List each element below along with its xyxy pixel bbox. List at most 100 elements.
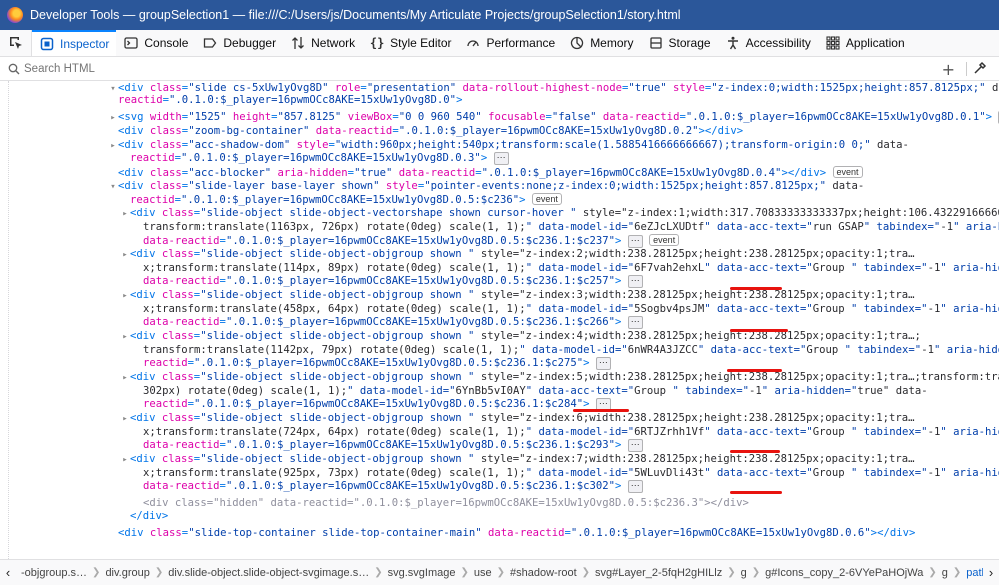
expand-toggle-icon[interactable]: ▸	[108, 140, 118, 153]
event-badge[interactable]: event	[832, 166, 863, 178]
markup-line[interactable]: data-reactid=".0.1.0:$_player=16pwmOCc8A…	[133, 316, 643, 330]
breadcrumb-separator-icon: ❯	[374, 567, 383, 578]
highlight-underline	[730, 287, 782, 290]
markup-line[interactable]: reactid=".0.1.0:$_player=16pwmOCc8AKE=15…	[120, 152, 509, 166]
breadcrumb-item[interactable]: #shadow-root	[505, 567, 582, 579]
breadcrumb-item[interactable]: g	[937, 567, 953, 579]
highlight-underline	[730, 450, 780, 453]
breadcrumb-item[interactable]: div.slide-object.slide-object-svgimage.s…	[163, 567, 374, 579]
highlight-underline	[573, 409, 629, 412]
tab-label: Style Editor	[390, 36, 452, 50]
highlight-underline	[730, 329, 788, 332]
add-node-button[interactable]: +	[942, 60, 955, 79]
markup-line[interactable]: reactid=".0.1.0:$_player=16pwmOCc8AKE=15…	[133, 398, 611, 412]
inspector-icon	[39, 36, 55, 52]
breadcrumb-item[interactable]: -objgroup.s…	[16, 567, 92, 579]
markup-line[interactable]: reactid=".0.1.0:$_player=16pwmOCc8AKE=15…	[133, 357, 611, 371]
tab-application[interactable]: Application	[818, 30, 912, 56]
markup-line[interactable]: ▸ <div class="slide-object slide-object-o…	[120, 412, 914, 426]
ellipsis-badge[interactable]: ⋯	[493, 152, 509, 165]
event-badge[interactable]: event	[649, 234, 680, 246]
tab-label: Inspector	[60, 37, 110, 51]
markup-line[interactable]: reactid=".0.1.0:$_player=16pwmOCc8AKE=15…	[120, 193, 562, 208]
expand-toggle-icon[interactable]: ▸	[120, 331, 130, 344]
expand-toggle-icon[interactable]: ▸	[108, 112, 118, 125]
breadcrumb-item[interactable]: div.group	[100, 567, 154, 579]
markup-line[interactable]: ▸ <div class="slide-object slide-object-o…	[120, 248, 914, 262]
debugger-icon	[202, 35, 218, 51]
markup-line[interactable]: ▸ <div class="slide-object slide-object-o…	[120, 453, 914, 467]
breadcrumb-separator-icon: ❯	[928, 567, 937, 578]
element-picker-button[interactable]	[0, 30, 32, 56]
tab-network[interactable]: Network	[283, 30, 362, 56]
markup-line[interactable]: ▸ <svg width="1525" height="857.8125" vie…	[108, 111, 999, 125]
breadcrumb-separator-icon: ❯	[952, 567, 962, 578]
expand-toggle-icon[interactable]: ▸	[120, 249, 130, 262]
markup-line[interactable]: data-reactid=".0.1.0:$_player=16pwmOCc8A…	[133, 234, 680, 249]
tab-label: Accessibility	[745, 36, 811, 50]
ellipsis-badge[interactable]: ⋯	[627, 275, 643, 288]
expand-toggle-icon[interactable]: ▸	[120, 208, 130, 221]
breadcrumb-separator-icon: ❯	[154, 567, 164, 578]
tab-label: Performance	[486, 36, 556, 50]
tab-memory[interactable]: Memory	[562, 30, 640, 56]
tab-style-editor[interactable]: {} Style Editor	[362, 30, 458, 56]
tab-label: Debugger	[223, 36, 277, 50]
markup-line[interactable]: reactid=".0.1.0:$_player=16pwmOCc8AKE=15…	[108, 94, 462, 108]
tab-accessibility[interactable]: Accessibility	[718, 30, 818, 56]
markup-line[interactable]: data-reactid=".0.1.0:$_player=16pwmOCc8A…	[133, 275, 643, 289]
tab-label: Network	[311, 36, 356, 50]
expand-toggle-icon[interactable]: ▸	[120, 454, 130, 467]
eyedropper-icon[interactable]	[973, 61, 987, 75]
highlight-underline	[727, 369, 782, 372]
breadcrumb-scroll-right-icon[interactable]: ›	[983, 565, 999, 580]
markup-line[interactable]: ▸ <div class="slide-object slide-object-o…	[120, 371, 999, 385]
expand-toggle-icon[interactable]: ▸	[120, 413, 130, 426]
breadcrumb-item[interactable]: svg#Layer_2-5fqH2gHILlz	[590, 567, 727, 579]
ellipsis-badge[interactable]: ⋯	[595, 357, 611, 370]
devtools-toolbar: Inspector Console Debugger Network {} St…	[0, 30, 999, 57]
event-badge[interactable]: event	[531, 193, 562, 205]
markup-line[interactable]: </div>	[120, 510, 168, 524]
markup-line[interactable]: <div class="zoom-bg-container" data-reac…	[108, 125, 743, 139]
breadcrumb-item[interactable]: svg.svgImage	[383, 567, 461, 579]
markup-line[interactable]: <div class="hidden" data-reactid=".0.1.0…	[133, 497, 749, 511]
markup-line[interactable]: <div class="acc-blocker" aria-hidden="tr…	[108, 166, 863, 181]
ellipsis-badge[interactable]: ⋯	[627, 235, 643, 248]
markup-line[interactable]: <div class="slide-top-container slide-to…	[108, 527, 915, 541]
title-bar: Developer Tools — groupSelection1 — file…	[0, 0, 999, 30]
breadcrumb-separator-icon: ❯	[496, 567, 505, 578]
markup-line[interactable]: ▸ <div class="slide-object slide-object-o…	[120, 330, 921, 344]
search-html-input[interactable]	[24, 62, 904, 75]
ellipsis-badge[interactable]: ⋯	[627, 316, 643, 329]
markup-line[interactable]: data-reactid=".0.1.0:$_player=16pwmOCc8A…	[133, 439, 643, 453]
tab-inspector[interactable]: Inspector	[32, 30, 117, 56]
ellipsis-badge[interactable]: ⋯	[627, 480, 643, 493]
tab-console[interactable]: Console	[116, 30, 195, 56]
tab-storage[interactable]: Storage	[641, 30, 718, 56]
expand-toggle-icon[interactable]: ▸	[120, 290, 130, 303]
expand-toggle-icon[interactable]: ▸	[120, 372, 130, 385]
markup-view[interactable]: ▾ <div class="slide cs-5xUw1yOvg8D" role=…	[0, 81, 999, 559]
expand-toggle-icon[interactable]: ▾	[108, 181, 118, 194]
markup-line[interactable]: ▸ <div class="slide-object slide-object-o…	[120, 289, 914, 303]
breadcrumb-item[interactable]: g	[736, 567, 752, 579]
breadcrumb-item[interactable]: path	[961, 567, 983, 579]
breadcrumb-item[interactable]: use	[469, 567, 497, 579]
markup-line[interactable]: data-reactid=".0.1.0:$_player=16pwmOCc8A…	[133, 480, 643, 494]
breadcrumb-item[interactable]: g#Icons_copy_2-6VYePaHOjWa	[760, 567, 928, 579]
breadcrumb-scroll-left-icon[interactable]: ‹	[0, 565, 16, 580]
tab-debugger[interactable]: Debugger	[195, 30, 283, 56]
tab-performance[interactable]: Performance	[458, 30, 562, 56]
markup-gutter	[0, 81, 9, 559]
markup-line[interactable]: ▸ <div class="slide-object slide-object-v…	[120, 207, 999, 221]
ellipsis-badge[interactable]: ⋯	[627, 439, 643, 452]
